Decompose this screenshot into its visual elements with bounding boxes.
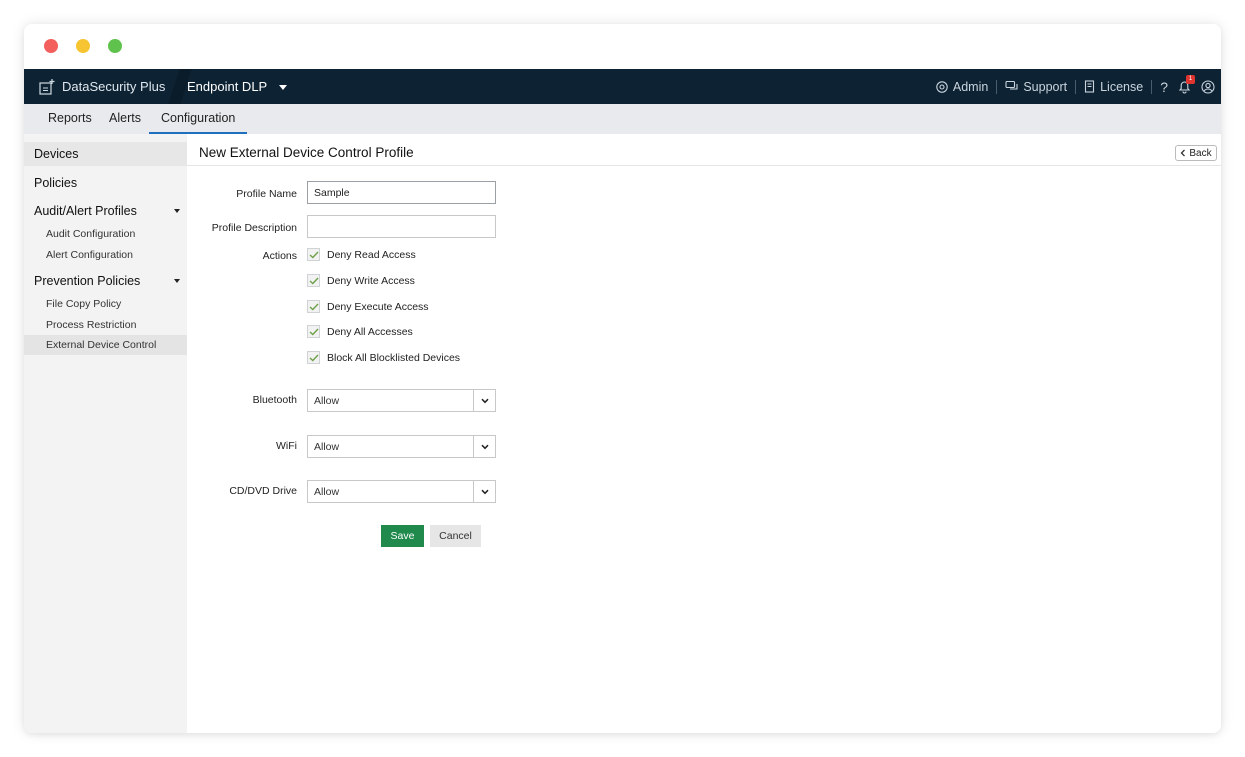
page-title: New External Device Control Profile: [199, 145, 414, 160]
action-deny-read[interactable]: Deny Read Access: [307, 248, 416, 261]
action-deny-execute[interactable]: Deny Execute Access: [307, 300, 429, 313]
checkbox-label: Deny All Accesses: [327, 325, 413, 338]
back-label: Back: [1189, 147, 1212, 159]
content-area: Devices Policies Audit/Alert Profiles Au…: [24, 134, 1221, 733]
profile-description-label: Profile Description: [211, 222, 297, 234]
header-separator: [1075, 79, 1077, 94]
sidebar-item-audit-alert-profiles[interactable]: Audit/Alert Profiles: [24, 199, 187, 223]
chevron-down-icon[interactable]: [473, 436, 495, 457]
checkbox-checked[interactable]: [307, 325, 320, 338]
admin-gear-icon: [936, 80, 948, 93]
sidebar-item-label: Prevention Policies: [34, 274, 141, 288]
checkmark-icon: [309, 354, 319, 361]
close-window-button[interactable]: [44, 39, 58, 53]
sidebar-item-external-device-control[interactable]: External Device Control: [24, 335, 187, 355]
title-divider: [187, 165, 1221, 166]
sidebar: Devices Policies Audit/Alert Profiles Au…: [24, 134, 187, 733]
checkmark-icon: [309, 251, 319, 258]
profile-description-input[interactable]: [307, 215, 496, 238]
header-separator: [996, 79, 998, 94]
checkbox-checked[interactable]: [307, 274, 320, 287]
notification-badge: 1: [1186, 74, 1195, 84]
support-link[interactable]: Support: [1005, 80, 1067, 94]
cancel-button[interactable]: Cancel: [430, 525, 481, 547]
checkmark-icon: [309, 303, 319, 310]
module-switcher[interactable]: Endpoint DLP: [187, 69, 288, 104]
checkbox-label: Block All Blocklisted Devices: [327, 351, 461, 364]
tab-reports[interactable]: Reports: [48, 104, 92, 134]
license-document-icon: [1085, 79, 1095, 93]
window-titlebar: [24, 24, 1221, 69]
bluetooth-value: Allow: [314, 395, 340, 407]
profile-name-label: Profile Name: [236, 188, 297, 200]
app-name: DataSecurity Plus: [62, 79, 166, 94]
checkbox-checked[interactable]: [307, 248, 320, 261]
sidebar-item-process-restriction[interactable]: Process Restriction: [24, 315, 187, 335]
save-button[interactable]: Save: [381, 525, 424, 547]
sidebar-item-prevention-policies[interactable]: Prevention Policies: [24, 269, 187, 293]
bluetooth-select[interactable]: Allow: [307, 389, 496, 412]
cddvd-label: CD/DVD Drive: [229, 485, 297, 497]
wifi-label: WiFi: [276, 440, 297, 452]
back-button[interactable]: Back: [1175, 145, 1217, 161]
support-label: Support: [1023, 79, 1068, 94]
user-avatar-icon: [1201, 79, 1215, 94]
license-link[interactable]: License: [1084, 80, 1143, 94]
header-separator: [1151, 79, 1153, 94]
checkbox-label: Deny Write Access: [327, 274, 415, 287]
cddvd-value: Allow: [314, 486, 340, 498]
sidebar-item-policies[interactable]: Policies: [24, 171, 187, 195]
chevron-down-icon[interactable]: [473, 390, 495, 411]
chevron-down-icon: [279, 85, 288, 90]
maximize-window-button[interactable]: [108, 39, 122, 53]
chevron-left-icon: [1180, 149, 1186, 157]
header-actions: Admin Support License ? 1: [935, 69, 1215, 104]
license-label: License: [1100, 79, 1144, 94]
user-profile-button[interactable]: [1201, 79, 1215, 94]
tab-alerts[interactable]: Alerts: [109, 104, 141, 134]
admin-label: Admin: [952, 79, 989, 94]
admin-link[interactable]: Admin: [935, 80, 988, 94]
help-icon: ?: [1160, 78, 1168, 95]
chat-icon: [1005, 80, 1018, 90]
action-deny-all[interactable]: Deny All Accesses: [307, 325, 413, 338]
actions-label: Actions: [262, 250, 297, 262]
chevron-down-icon[interactable]: [174, 209, 180, 213]
notifications-button[interactable]: 1: [1178, 74, 1195, 94]
app-window: DataSecurity Plus Endpoint DLP Admin Sup…: [24, 24, 1221, 733]
wifi-value: Allow: [314, 441, 340, 453]
main-panel: New External Device Control Profile Back…: [187, 134, 1221, 733]
sub-navigation: Reports Alerts Configuration: [24, 104, 1221, 134]
checkbox-label: Deny Read Access: [327, 248, 416, 261]
chevron-down-icon[interactable]: [473, 481, 495, 502]
app-header: DataSecurity Plus Endpoint DLP Admin Sup…: [24, 69, 1221, 104]
action-block-blocklisted[interactable]: Block All Blocklisted Devices: [307, 351, 460, 364]
chevron-down-icon[interactable]: [174, 279, 180, 283]
help-button[interactable]: ?: [1160, 79, 1168, 95]
minimize-window-button[interactable]: [76, 39, 90, 53]
checkbox-label: Deny Execute Access: [327, 300, 429, 313]
checkmark-icon: [309, 277, 319, 284]
sidebar-item-alert-configuration[interactable]: Alert Configuration: [24, 245, 187, 265]
checkbox-checked[interactable]: [307, 300, 320, 313]
checkmark-icon: [309, 328, 319, 335]
action-deny-write[interactable]: Deny Write Access: [307, 274, 415, 287]
sidebar-item-audit-configuration[interactable]: Audit Configuration: [24, 224, 187, 244]
sidebar-item-file-copy-policy[interactable]: File Copy Policy: [24, 294, 187, 314]
module-name: Endpoint DLP: [187, 79, 268, 94]
profile-name-input[interactable]: [307, 181, 496, 204]
sidebar-item-label: Audit/Alert Profiles: [34, 204, 137, 218]
sidebar-item-devices[interactable]: Devices: [24, 142, 187, 166]
tab-configuration[interactable]: Configuration: [149, 104, 248, 134]
wifi-select[interactable]: Allow: [307, 435, 496, 458]
bluetooth-label: Bluetooth: [252, 394, 297, 406]
datasecurity-logo-icon: [38, 78, 56, 96]
checkbox-checked[interactable]: [307, 351, 320, 364]
brand[interactable]: DataSecurity Plus: [38, 69, 165, 104]
cddvd-select[interactable]: Allow: [307, 480, 496, 503]
